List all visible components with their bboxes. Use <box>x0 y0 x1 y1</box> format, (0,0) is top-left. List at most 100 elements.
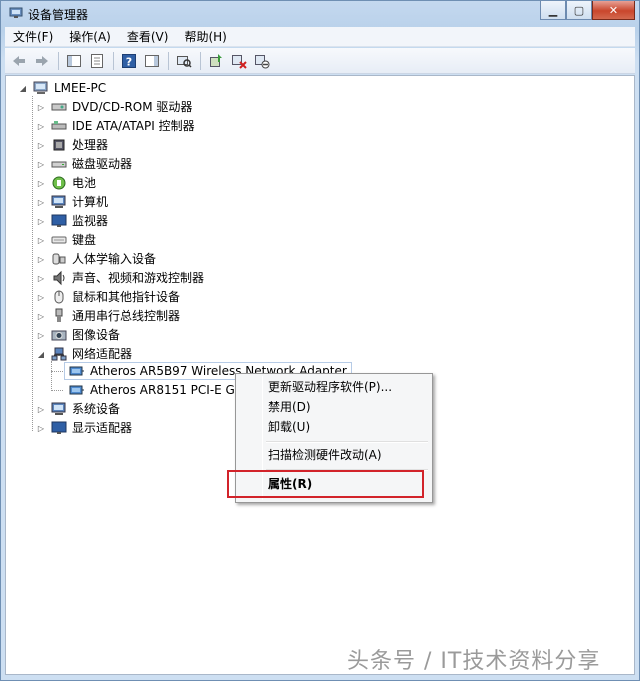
toolbar: ? <box>5 48 635 74</box>
expand-arrow-icon[interactable]: ▷ <box>36 178 46 188</box>
window-controls: ▁ ▢ ✕ <box>540 1 635 20</box>
ide-controller-icon <box>51 121 67 130</box>
help-icon: ? <box>122 53 136 68</box>
properties-button[interactable] <box>87 51 107 71</box>
expand-arrow-icon[interactable]: ▷ <box>36 121 46 131</box>
tree-category[interactable]: ▷ 键盘 <box>36 231 96 249</box>
tree-root[interactable]: ◢ LMEE-PC <box>18 79 106 97</box>
collapse-arrow-icon[interactable]: ◢ <box>18 83 28 93</box>
system-device-icon <box>51 402 66 415</box>
expand-arrow-icon[interactable]: ▷ <box>36 254 46 264</box>
menu-file[interactable]: 文件(F) <box>5 27 61 47</box>
expand-arrow-icon[interactable]: ▷ <box>36 102 46 112</box>
mouse-icon <box>54 290 64 304</box>
tree-category[interactable]: ▷ 计算机 <box>36 193 108 211</box>
tree-category-label: 图像设备 <box>72 328 121 342</box>
expand-arrow-icon[interactable]: ▷ <box>36 216 46 226</box>
expand-arrow-icon[interactable]: ▷ <box>36 197 46 207</box>
tree-connector-line <box>32 96 33 431</box>
menu-action[interactable]: 操作(A) <box>61 27 119 47</box>
expand-arrow-icon[interactable]: ▷ <box>36 330 46 340</box>
tree-category[interactable]: ▷ 系统设备 <box>36 400 120 418</box>
title-bar[interactable]: 设备管理器 ▁ ▢ ✕ <box>1 1 639 27</box>
watermark-text: 头条号 / IT技术资料分享 <box>347 649 601 674</box>
tree-category[interactable]: ▷ 处理器 <box>36 136 108 154</box>
uninstall-button[interactable] <box>229 51 249 71</box>
expand-arrow-icon[interactable]: ▷ <box>36 292 46 302</box>
disk-drive-icon <box>51 161 67 168</box>
expand-arrow-icon[interactable]: ▷ <box>36 404 46 414</box>
close-icon: ✕ <box>608 3 619 17</box>
update-driver-button[interactable] <box>206 51 226 71</box>
tree-category[interactable]: ▷ 人体学输入设备 <box>36 250 156 268</box>
minimize-button[interactable]: ▁ <box>540 1 566 20</box>
tree-category[interactable]: ▷ 监视器 <box>36 212 108 230</box>
expand-arrow-icon[interactable]: ▷ <box>36 235 46 245</box>
tree-category[interactable]: ▷ 磁盘驱动器 <box>36 155 132 173</box>
expand-arrow-icon[interactable]: ▷ <box>36 140 46 150</box>
expand-arrow-icon[interactable]: ▷ <box>36 311 46 321</box>
menu-view[interactable]: 查看(V) <box>119 27 177 47</box>
window-title: 设备管理器 <box>28 8 89 22</box>
expand-arrow-icon[interactable]: ▷ <box>36 423 46 433</box>
network-device-label: Atheros AR8151 PCI-E Giga <box>90 383 254 397</box>
properties-highlight-box <box>227 470 424 498</box>
network-adapter-icon <box>51 347 67 361</box>
tree-connector-line <box>51 371 63 372</box>
tree-category-label: 键盘 <box>72 233 97 247</box>
tree-category[interactable]: ▷ DVD/CD-ROM 驱动器 <box>36 98 193 116</box>
tree-category[interactable]: ▷ 电池 <box>36 174 96 192</box>
maximize-button[interactable]: ▢ <box>566 1 592 20</box>
device-manager-window: 设备管理器 ▁ ▢ ✕ 文件(F) 操作(A) 查看(V) 帮助(H) ? ◢ … <box>0 0 640 681</box>
tree-category[interactable]: ▷ 鼠标和其他指针设备 <box>36 288 180 306</box>
context-menu-separator <box>266 441 428 443</box>
menu-help[interactable]: 帮助(H) <box>176 27 234 47</box>
back-button[interactable] <box>9 51 29 71</box>
tree-category-label: 显示适配器 <box>72 421 133 435</box>
disable-button[interactable] <box>252 51 272 71</box>
toolbar-separator <box>200 51 201 70</box>
tree-category-label: DVD/CD-ROM 驱动器 <box>72 100 193 114</box>
tree-connector-line <box>51 361 52 391</box>
scan-hardware-button[interactable] <box>174 51 194 71</box>
tree-category[interactable]: ▷ 显示适配器 <box>36 419 132 437</box>
tree-category[interactable]: ▷ 图像设备 <box>36 326 120 344</box>
device-manager-app-icon <box>9 7 23 18</box>
expand-arrow-icon[interactable]: ▷ <box>36 273 46 283</box>
network-device-item[interactable]: Atheros AR8151 PCI-E Giga <box>64 381 253 399</box>
tree-category-label: 系统设备 <box>72 402 121 416</box>
close-button[interactable]: ✕ <box>592 1 635 20</box>
tree-category-label: 计算机 <box>72 195 109 209</box>
expand-arrow-icon[interactable]: ▷ <box>36 159 46 169</box>
battery-icon <box>52 176 66 190</box>
display-adapter-icon <box>51 421 67 434</box>
minimize-icon: ▁ <box>548 3 558 17</box>
tree-category-label: 监视器 <box>72 214 109 228</box>
forward-icon <box>36 55 48 66</box>
tree-category-label: 通用串行总线控制器 <box>72 309 181 323</box>
toolbar-separator <box>168 51 169 70</box>
menu-item-scan-hardware[interactable]: 扫描检测硬件改动(A) <box>268 446 382 464</box>
show-hide-console-tree-button[interactable] <box>64 51 84 71</box>
scan-hardware-icon <box>177 55 192 68</box>
action-pane-button[interactable] <box>142 51 162 71</box>
tree-category-label: 声音、视频和游戏控制器 <box>72 271 205 285</box>
tree-category[interactable]: ◢ 网络适配器 <box>36 345 132 363</box>
usb-icon <box>55 308 63 322</box>
menu-item-update-driver[interactable]: 更新驱动程序软件(P)... <box>268 378 392 396</box>
update-driver-icon <box>210 53 222 67</box>
tree-category[interactable]: ▷ 声音、视频和游戏控制器 <box>36 269 204 287</box>
back-icon <box>13 55 25 66</box>
help-button[interactable]: ? <box>119 51 139 71</box>
network-card-icon <box>69 366 84 376</box>
forward-button[interactable] <box>32 51 52 71</box>
disable-icon <box>255 54 270 68</box>
menu-item-disable[interactable]: 禁用(D) <box>268 398 311 416</box>
tree-category-label: 鼠标和其他指针设备 <box>72 290 181 304</box>
hid-icon <box>52 253 66 265</box>
collapse-arrow-icon[interactable]: ◢ <box>36 349 46 359</box>
tree-category[interactable]: ▷ 通用串行总线控制器 <box>36 307 180 325</box>
menu-item-uninstall[interactable]: 卸载(U) <box>268 418 310 436</box>
tree-category[interactable]: ▷ IDE ATA/ATAPI 控制器 <box>36 117 195 135</box>
computer-root-icon <box>33 81 48 94</box>
